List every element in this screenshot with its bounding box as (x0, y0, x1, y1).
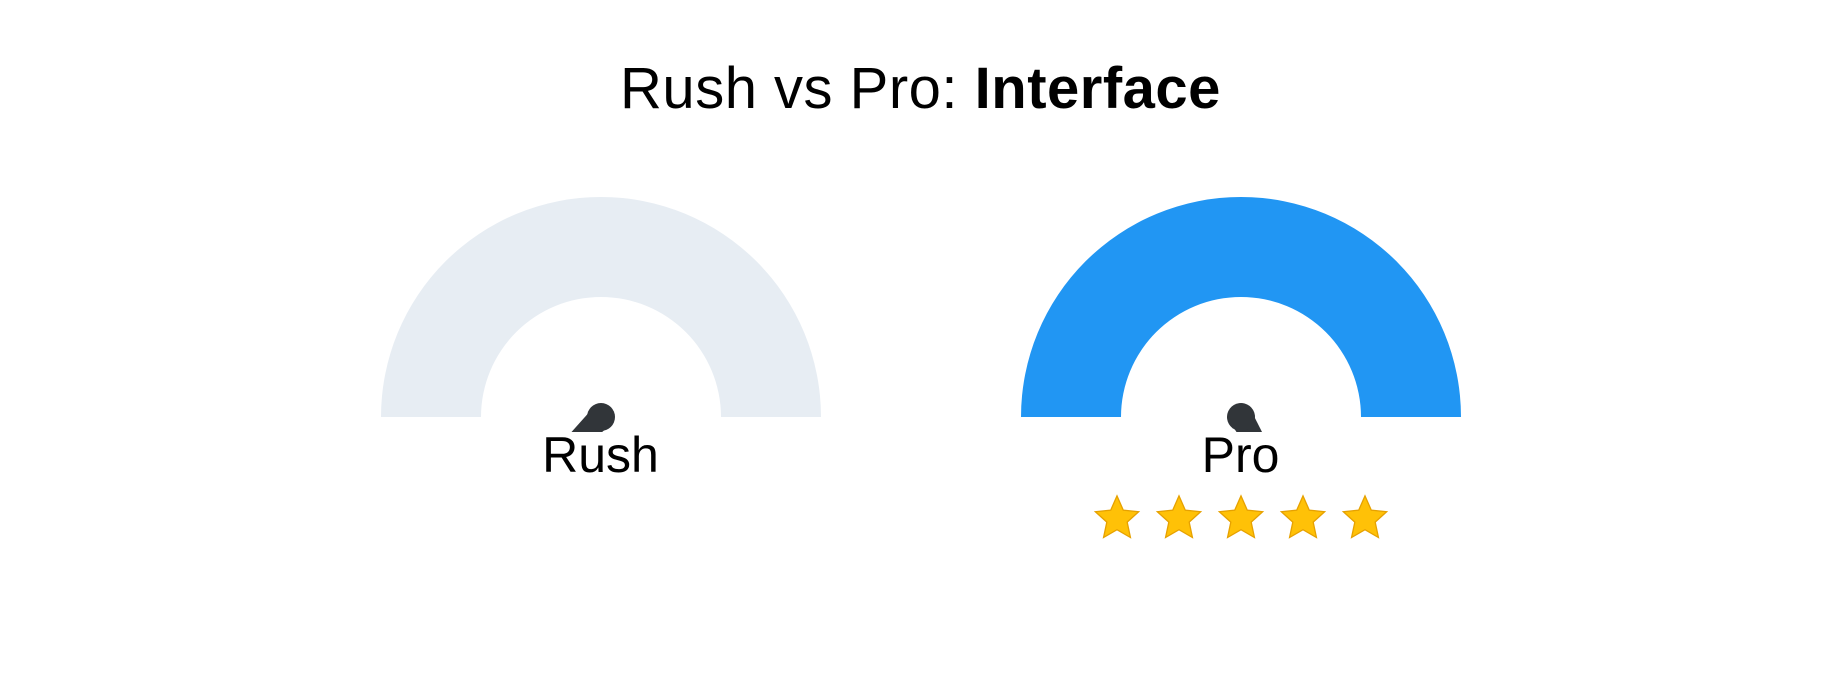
gauge-rush-meter-icon (366, 182, 836, 432)
star-icon (1277, 492, 1329, 544)
gauge-row: Rush Pro (366, 182, 1476, 544)
pro-stars (1091, 492, 1391, 544)
star-icon (1215, 492, 1267, 544)
gauge-pro-meter-icon (1006, 182, 1476, 432)
comparison-chart: Rush vs Pro: Interface Rush (0, 0, 1841, 699)
star-icon (1091, 492, 1143, 544)
page-title: Rush vs Pro: Interface (620, 55, 1221, 122)
star-icon (1153, 492, 1205, 544)
star-icon (1339, 492, 1391, 544)
title-prefix: Rush vs Pro: (620, 56, 975, 121)
gauge-rush-label: Rush (542, 426, 659, 484)
title-bold: Interface (975, 56, 1221, 121)
gauge-rush: Rush (366, 182, 836, 544)
gauge-pro-label: Pro (1202, 426, 1280, 484)
gauge-pro: Pro (1006, 182, 1476, 544)
